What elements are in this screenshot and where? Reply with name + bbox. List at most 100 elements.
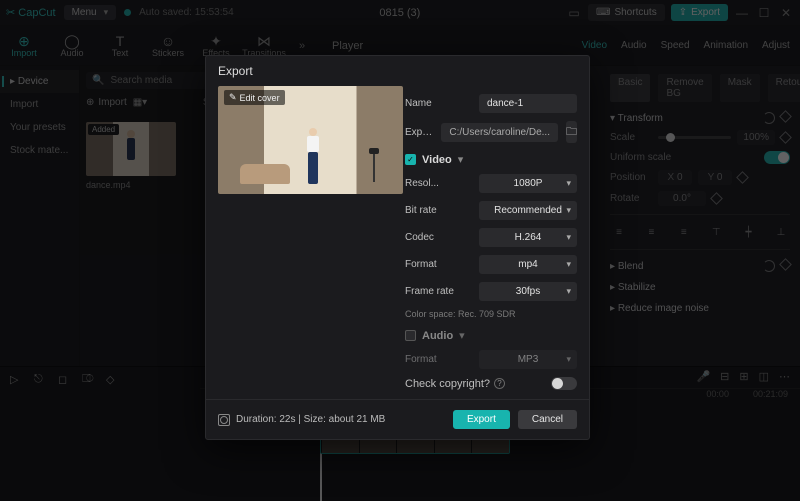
nav-import[interactable]: Import xyxy=(0,93,79,116)
audio-icon: ◯ xyxy=(48,34,96,48)
tool-icon[interactable]: ◇ xyxy=(106,373,120,387)
keyframe-icon[interactable] xyxy=(779,258,792,271)
fps-select[interactable]: 30fps▾ xyxy=(479,282,577,301)
tabs-more-icon[interactable]: » xyxy=(288,40,316,52)
effects-icon: ✦ xyxy=(192,34,240,48)
pill-retouch[interactable]: Retouch xyxy=(768,74,800,102)
codec-select[interactable]: H.264▾ xyxy=(479,228,577,247)
tool-icon[interactable]: ◻ xyxy=(58,373,72,387)
pill-mask[interactable]: Mask xyxy=(720,74,760,102)
align-icon[interactable]: ≡ xyxy=(642,223,660,241)
disk-icon xyxy=(218,414,230,426)
browse-folder-button[interactable]: 🗀 xyxy=(566,121,577,143)
align-icon[interactable]: ┿ xyxy=(740,223,758,241)
export-button[interactable]: ⇪ Export xyxy=(671,4,728,21)
export-confirm-button[interactable]: Export xyxy=(453,410,510,429)
tl-icon[interactable]: ◫ xyxy=(759,370,769,383)
tab-text[interactable]: TText xyxy=(96,34,144,58)
nav-stock[interactable]: Stock mate... xyxy=(0,139,79,162)
chevron-down-icon: ▾ xyxy=(566,354,571,365)
rotate-label: Rotate xyxy=(610,193,652,204)
layout-icon[interactable]: ▭ xyxy=(566,5,582,21)
insp-tab-video[interactable]: Video xyxy=(582,40,607,51)
tl-icon[interactable]: ⋯ xyxy=(779,370,790,383)
resolution-select[interactable]: 1080P▾ xyxy=(479,174,577,193)
pos-x[interactable]: X 0 xyxy=(658,170,692,185)
insp-tab-audio[interactable]: Audio xyxy=(621,40,647,51)
scale-label: Scale xyxy=(610,132,652,143)
pointer-icon[interactable]: ▷ xyxy=(10,373,24,387)
bitrate-select[interactable]: Recommended▾ xyxy=(479,201,577,220)
tl-icon[interactable]: ⊟ xyxy=(720,370,729,383)
sticker-icon: ☺ xyxy=(144,34,192,48)
library-view-icon[interactable]: ▦▾ xyxy=(133,97,147,108)
copyright-toggle[interactable] xyxy=(551,377,577,390)
rotate-value[interactable]: 0.0° xyxy=(658,191,706,206)
tab-transitions[interactable]: ⋈Transitions xyxy=(240,34,288,58)
format-select[interactable]: mp4▾ xyxy=(479,255,577,274)
app-logo: ✂ CapCut xyxy=(6,6,56,19)
tl-icon[interactable]: ⊞ xyxy=(739,370,748,383)
cancel-button[interactable]: Cancel xyxy=(518,410,577,429)
reset-icon[interactable] xyxy=(763,260,775,272)
blend-header[interactable]: ▸ Blend xyxy=(610,261,643,272)
tab-stickers[interactable]: ☺Stickers xyxy=(144,34,192,58)
edit-cover-button[interactable]: ✎Edit cover xyxy=(224,90,285,105)
align-icon[interactable]: ≡ xyxy=(675,223,693,241)
noise-header[interactable]: ▸ Reduce image noise xyxy=(610,303,709,314)
resolution-label: Resol... xyxy=(405,178,471,189)
scale-slider[interactable] xyxy=(658,136,731,139)
keyframe-icon[interactable] xyxy=(710,192,723,205)
insp-tab-adjustment[interactable]: Adjustment xyxy=(762,40,790,51)
format-label: Format xyxy=(405,259,471,270)
import-icon: ⊕ xyxy=(0,34,48,48)
insp-tab-speed[interactable]: Speed xyxy=(661,40,690,51)
tool-icon[interactable]: ⎄ xyxy=(82,373,96,387)
keyframe-icon[interactable] xyxy=(779,131,792,144)
nav-presets[interactable]: Your presets xyxy=(0,116,79,139)
exportto-input[interactable]: C:/Users/caroline/De... xyxy=(441,123,558,142)
plus-circle-icon: ⊕ xyxy=(86,97,94,108)
name-label: Name xyxy=(405,98,471,109)
audio-section-header[interactable]: Audio▾ xyxy=(405,329,577,342)
media-thumb[interactable]: Added dance.mp4 xyxy=(86,122,176,190)
tab-audio[interactable]: ◯Audio xyxy=(48,34,96,58)
menu-button[interactable]: Menu xyxy=(64,5,117,20)
timeline-tools: ▷ ⎋ ◻ ⎄ ◇ xyxy=(0,367,200,501)
tab-import[interactable]: ⊕Import xyxy=(0,34,48,58)
bitrate-label: Bit rate xyxy=(405,205,471,216)
player-label: Player xyxy=(332,40,363,52)
transform-header[interactable]: ▾ Transform xyxy=(610,113,663,124)
library-import-button[interactable]: ⊕ Import xyxy=(86,97,127,108)
align-icon[interactable]: ⊥ xyxy=(772,223,790,241)
align-icon[interactable]: ≡ xyxy=(610,223,628,241)
keyframe-icon[interactable] xyxy=(779,110,792,123)
export-preview[interactable]: ✎Edit cover xyxy=(218,86,403,194)
inspector-tabs: Video Audio Speed Animation Adjustment xyxy=(572,40,800,51)
keyframe-icon[interactable] xyxy=(736,171,749,184)
stabilize-header[interactable]: ▸ Stabilize xyxy=(610,282,656,293)
pos-y[interactable]: Y 0 xyxy=(698,170,732,185)
chevron-down-icon: ▾ xyxy=(566,286,571,297)
minimize-icon[interactable]: — xyxy=(734,5,750,21)
nav-device[interactable]: ▸ Device xyxy=(0,70,79,93)
insp-tab-animation[interactable]: Animation xyxy=(704,40,748,51)
name-input[interactable]: dance-1 xyxy=(479,94,577,113)
align-icon[interactable]: ⊤ xyxy=(707,223,725,241)
fps-label: Frame rate xyxy=(405,286,471,297)
pill-remove-bg[interactable]: Remove BG xyxy=(658,74,711,102)
pill-basic[interactable]: Basic xyxy=(610,74,650,102)
help-icon[interactable]: ? xyxy=(494,378,505,389)
chevron-down-icon: ▾ xyxy=(566,205,571,216)
tl-icon[interactable]: 🎤 xyxy=(696,370,710,383)
position-label: Position xyxy=(610,172,652,183)
tab-effects[interactable]: ✦Effects xyxy=(192,34,240,58)
scale-value[interactable]: 100% xyxy=(737,130,775,145)
video-section-header[interactable]: ✓Video▾ xyxy=(405,153,577,166)
uniform-scale-toggle[interactable] xyxy=(764,151,790,164)
split-icon[interactable]: ⎋ xyxy=(34,373,48,387)
close-icon[interactable]: ✕ xyxy=(778,5,794,21)
shortcuts-button[interactable]: ⌨ Shortcuts xyxy=(588,4,665,21)
maximize-icon[interactable]: ☐ xyxy=(756,5,772,21)
reset-icon[interactable] xyxy=(763,112,775,124)
